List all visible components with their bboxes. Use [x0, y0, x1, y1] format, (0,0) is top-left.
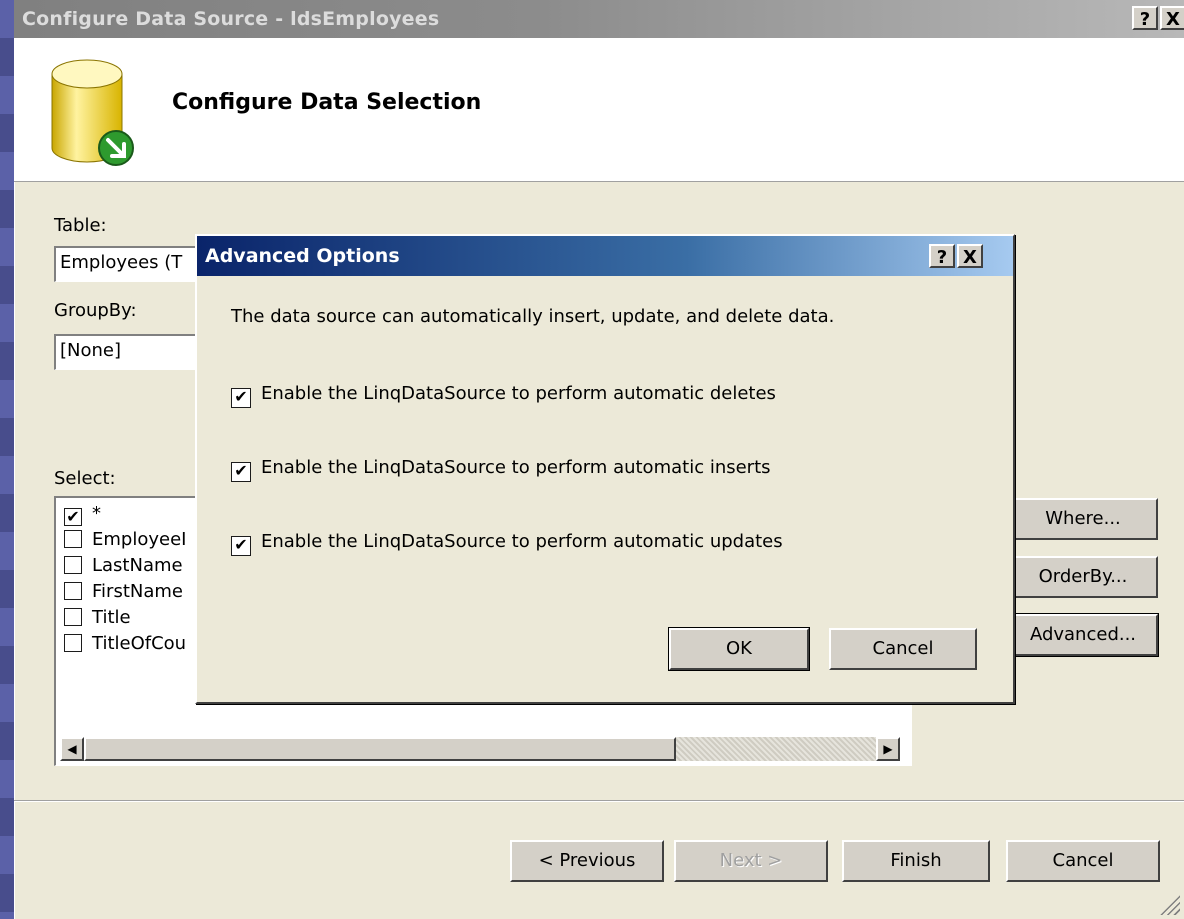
- horizontal-scrollbar[interactable]: ◀ ▶: [60, 737, 900, 761]
- checkbox[interactable]: [64, 582, 82, 600]
- checkbox[interactable]: [64, 608, 82, 626]
- groupby-label: GroupBy:: [54, 300, 137, 321]
- option-inserts[interactable]: ✔ Enable the LinqDataSource to perform au…: [231, 456, 771, 482]
- checkbox-checked[interactable]: ✔: [231, 462, 251, 482]
- option-deletes[interactable]: ✔ Enable the LinqDataSource to perform au…: [231, 382, 776, 408]
- list-item[interactable]: TitleOfCou: [64, 632, 186, 656]
- dialog-description: The data source can automatically insert…: [231, 306, 835, 327]
- desktop-background: [0, 0, 14, 919]
- resize-grip-icon[interactable]: [1158, 893, 1180, 915]
- dialog-cancel-button[interactable]: Cancel: [829, 628, 977, 670]
- dialog-title: Advanced Options: [205, 245, 400, 267]
- next-button[interactable]: Next >: [674, 840, 828, 882]
- scroll-right-icon[interactable]: ▶: [876, 737, 900, 761]
- option-updates[interactable]: ✔ Enable the LinqDataSource to perform au…: [231, 530, 783, 556]
- previous-button[interactable]: < Previous: [510, 840, 664, 882]
- list-item[interactable]: Title: [64, 606, 131, 630]
- select-label: Select:: [54, 468, 116, 489]
- checkbox[interactable]: [64, 634, 82, 652]
- wizard-header: Configure Data Selection: [14, 38, 1184, 182]
- ok-button[interactable]: OK: [668, 627, 810, 671]
- advanced-button[interactable]: Advanced...: [1007, 613, 1159, 657]
- orderby-button[interactable]: OrderBy...: [1008, 556, 1158, 598]
- footer-separator: [14, 800, 1184, 802]
- help-button[interactable]: ?: [1132, 6, 1158, 30]
- window-title-bar: Configure Data Source - ldsEmployees: [14, 0, 1184, 38]
- dialog-close-button[interactable]: X: [957, 244, 983, 268]
- database-icon: [51, 59, 134, 166]
- advanced-options-dialog: Advanced Options ? X The data source can…: [195, 234, 1015, 704]
- list-item[interactable]: FirstName: [64, 580, 183, 604]
- scrollbar-thumb[interactable]: [84, 737, 676, 761]
- cancel-button[interactable]: Cancel: [1006, 840, 1160, 882]
- list-item[interactable]: EmployeeI: [64, 528, 186, 552]
- checkbox-checked[interactable]: ✔: [231, 388, 251, 408]
- close-button[interactable]: X: [1160, 6, 1184, 30]
- finish-button[interactable]: Finish: [842, 840, 990, 882]
- window-title: Configure Data Source - ldsEmployees: [22, 8, 440, 30]
- dialog-help-button[interactable]: ?: [929, 244, 955, 268]
- list-item[interactable]: ✔ *: [64, 502, 101, 526]
- table-label: Table:: [54, 215, 107, 236]
- page-title: Configure Data Selection: [172, 90, 482, 115]
- where-button[interactable]: Where...: [1008, 498, 1158, 540]
- list-item[interactable]: LastName: [64, 554, 183, 578]
- checkbox[interactable]: [64, 530, 82, 548]
- dialog-title-bar: Advanced Options: [197, 236, 1013, 276]
- checkbox-checked[interactable]: ✔: [231, 536, 251, 556]
- scroll-left-icon[interactable]: ◀: [60, 737, 84, 761]
- checkbox[interactable]: [64, 556, 82, 574]
- checkbox-checked[interactable]: ✔: [64, 508, 82, 526]
